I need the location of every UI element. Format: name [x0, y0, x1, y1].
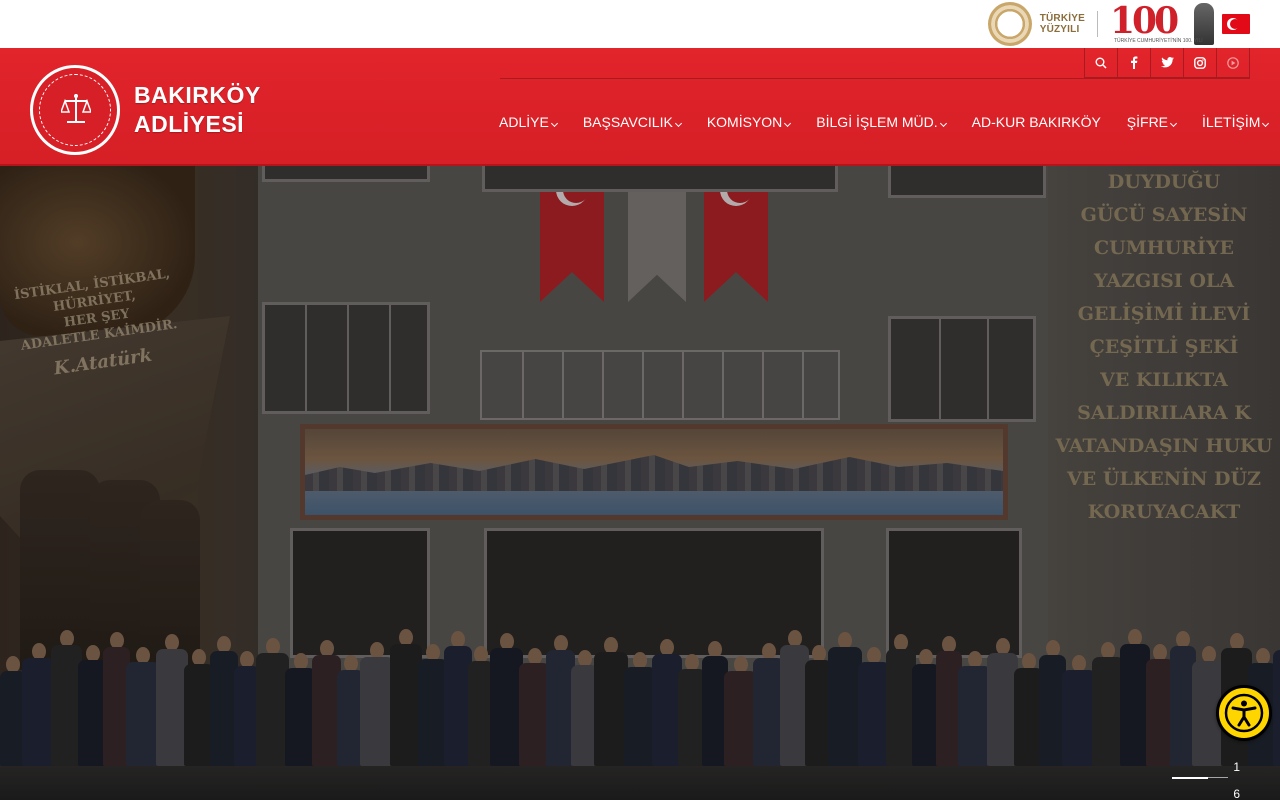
logo-100-number: 100 — [1110, 0, 1179, 42]
hero-slider[interactable]: İSTİKLAL, İSTİKBAL, HÜRRİYET, HER ŞEY AD… — [0, 166, 1280, 800]
turkiye-yuzyili-emblem-icon — [987, 2, 1032, 46]
nav-label: AD-KUR BAKIRKÖY — [971, 114, 1101, 130]
instagram-button[interactable] — [1184, 48, 1217, 78]
search-icon — [1095, 57, 1107, 69]
twitter-button[interactable] — [1151, 48, 1184, 78]
nav-label: BİLGİ İŞLEM MÜD. — [816, 114, 938, 130]
scales-of-justice-icon — [61, 94, 91, 123]
logo-100-caption: TÜRKİYE CUMHURİYETİ'NİN 100. YILI — [1114, 38, 1203, 44]
accessibility-icon — [1224, 693, 1264, 733]
yuzyil-line2: YÜZYILI — [1039, 24, 1080, 35]
chevron-down-icon — [939, 119, 947, 127]
social-links — [1084, 48, 1250, 78]
logo-separator — [1097, 11, 1098, 37]
slide-total: 6 — [1233, 787, 1240, 800]
turkish-flag-icon — [1222, 14, 1250, 34]
yuzyil-line1: TÜRKİYE — [1039, 13, 1085, 24]
nav-item-komisyon[interactable]: KOMİSYON — [706, 114, 792, 130]
nav-item-ad-kur[interactable]: AD-KUR BAKIRKÖY — [972, 114, 1101, 130]
youtube-button[interactable] — [1217, 48, 1250, 78]
top-bar: TÜRKİYE YÜZYILI 100 TÜRKİYE CUMHURİYETİ'… — [0, 0, 1280, 48]
brand-logo-link[interactable]: BAKIRKÖY ADLİYESİ — [30, 65, 261, 155]
chevron-down-icon — [550, 119, 558, 127]
brand-line2: ADLİYESİ — [134, 111, 245, 137]
nav-label: İLETİŞİM — [1202, 114, 1261, 130]
logo-100-yil: 100 TÜRKİYE CUMHURİYETİ'NİN 100. YILI — [1110, 0, 1203, 46]
nav-item-iletisim[interactable]: İLETİŞİM — [1202, 114, 1270, 130]
nav-label: BAŞSAVCILIK — [582, 114, 673, 130]
chevron-down-icon — [784, 119, 792, 127]
slide-counter: 1 6 — [1170, 760, 1240, 800]
brand-title: BAKIRKÖY ADLİYESİ — [134, 81, 261, 139]
facebook-icon — [1131, 56, 1138, 69]
slide-current: 1 — [1233, 760, 1240, 774]
nav-item-adliye[interactable]: ADLİYE — [499, 114, 558, 130]
main-nav: ADLİYE BAŞSAVCILIK KOMİSYON BİLGİ İŞLEM … — [499, 114, 1270, 130]
brand-line1: BAKIRKÖY — [134, 82, 261, 108]
chevron-down-icon — [1169, 119, 1178, 127]
accessibility-button[interactable] — [1216, 685, 1272, 741]
adliye-seal-icon — [30, 65, 120, 155]
hero-dark-overlay — [0, 166, 1280, 800]
facebook-button[interactable] — [1118, 48, 1151, 78]
instagram-icon — [1194, 56, 1206, 69]
search-button[interactable] — [1085, 48, 1118, 78]
header-divider — [500, 78, 1250, 79]
nav-label: KOMİSYON — [706, 114, 783, 130]
turkiye-yuzyili-logo[interactable]: TÜRKİYE YÜZYILI 100 TÜRKİYE CUMHURİYETİ'… — [987, 0, 1250, 46]
slide-progress-line — [1172, 777, 1228, 779]
nav-label: ADLİYE — [499, 114, 549, 130]
chevron-down-icon — [674, 119, 682, 127]
turkiye-yuzyili-text: TÜRKİYE YÜZYILI — [1040, 13, 1085, 35]
nav-item-sifre[interactable]: ŞİFRE — [1126, 114, 1178, 130]
nav-item-bassavcilik[interactable]: BAŞSAVCILIK — [582, 114, 682, 130]
chevron-down-icon — [1262, 119, 1270, 127]
youtube-icon — [1227, 56, 1239, 69]
site-header: BAKIRKÖY ADLİYESİ ADLİYE BAŞSAVCILIK KOM… — [0, 48, 1280, 166]
nav-item-bilgi-islem[interactable]: BİLGİ İŞLEM MÜD. — [816, 114, 947, 130]
twitter-icon — [1160, 57, 1174, 68]
nav-label: ŞİFRE — [1126, 114, 1169, 130]
